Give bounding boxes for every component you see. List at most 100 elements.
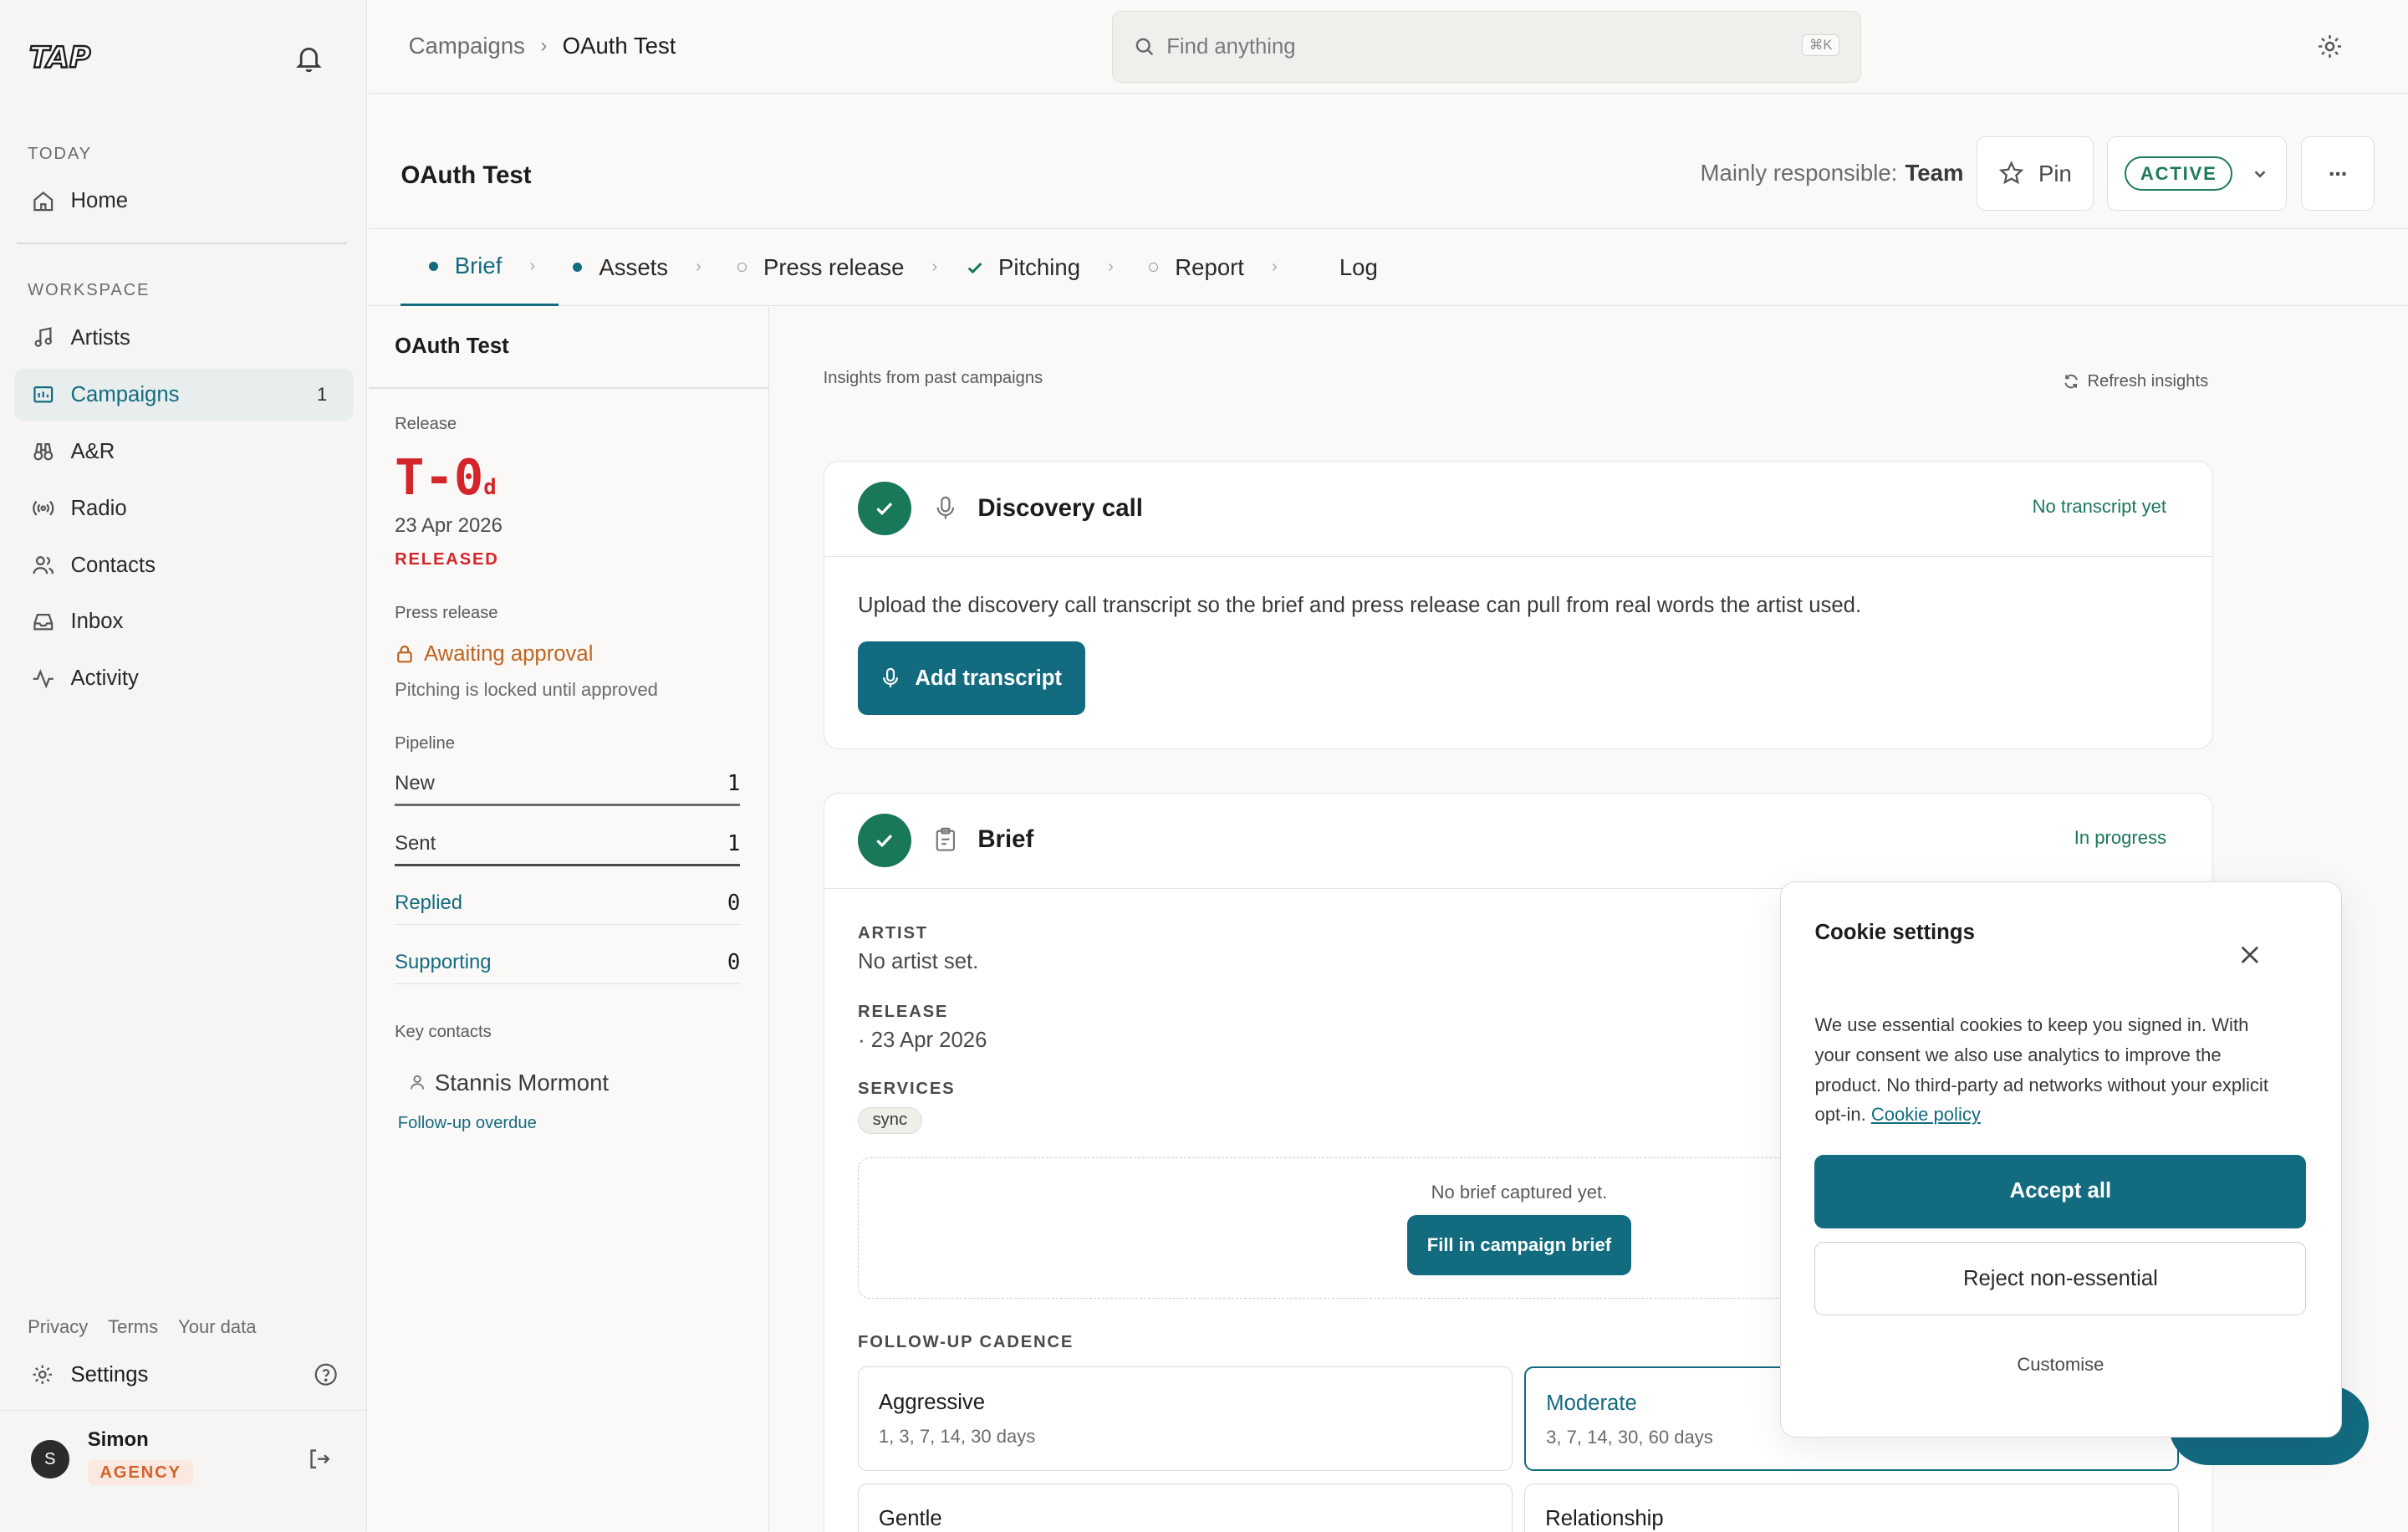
- checkmark-icon: [858, 813, 912, 868]
- release-label: RELEASE: [858, 1002, 949, 1021]
- sidebar-divider: [17, 243, 348, 245]
- pin-button[interactable]: Pin: [1977, 136, 2094, 211]
- sidebar-item-label: Artists: [70, 325, 130, 350]
- sidebar-item-campaigns[interactable]: Campaigns 1: [13, 368, 354, 421]
- more-options-button[interactable]: ···: [2300, 136, 2375, 211]
- terms-link[interactable]: Terms: [108, 1316, 158, 1338]
- pipeline-row-label: Sent: [395, 831, 436, 855]
- sidebar-item-label: Radio: [70, 496, 127, 520]
- pipeline-row-sent[interactable]: Sent 1: [395, 824, 741, 867]
- countdown-unit: d: [483, 475, 497, 501]
- tab-separator-icon: ›: [529, 256, 536, 275]
- refresh-insights-button[interactable]: Refresh insights: [2063, 372, 2208, 391]
- press-release-status[interactable]: Awaiting approval: [395, 642, 593, 666]
- your-data-link[interactable]: Your data: [178, 1316, 257, 1338]
- sidebar-item-settings[interactable]: Settings: [14, 1349, 354, 1401]
- sidebar-item-radio[interactable]: Radio: [14, 483, 354, 534]
- notifications-bell-icon[interactable]: [293, 43, 324, 74]
- cookie-policy-link[interactable]: Cookie policy: [1871, 1104, 1981, 1125]
- search-icon: [1135, 37, 1155, 57]
- artist-label: ARTIST: [858, 924, 928, 943]
- key-contact[interactable]: Stannis Mormont: [409, 1070, 609, 1096]
- cadence-option-gentle[interactable]: Gentle: [858, 1483, 1513, 1532]
- privacy-link[interactable]: Privacy: [28, 1316, 88, 1338]
- tab-pitching[interactable]: Pitching ›: [966, 229, 1114, 306]
- contact-name: Stannis Mormont: [434, 1069, 610, 1095]
- microphone-icon: [881, 667, 900, 689]
- cadence-name: Aggressive: [878, 1390, 986, 1414]
- campaigns-count-badge: 1: [317, 384, 328, 406]
- help-icon[interactable]: [314, 1362, 338, 1386]
- music-note-icon: [31, 325, 55, 350]
- cadence-option-aggressive[interactable]: Aggressive 1, 3, 7, 14, 30 days: [858, 1366, 1513, 1471]
- sidebar: TAP TODAY Home WORKSPACE Artists Campaig…: [0, 0, 368, 1532]
- tab-separator-icon: ›: [1272, 258, 1278, 277]
- sidebar-item-label: Inbox: [70, 610, 124, 634]
- cadence-option-relationship[interactable]: Relationship: [1524, 1483, 2179, 1532]
- tab-brief[interactable]: Brief ›: [400, 229, 559, 306]
- home-icon: [31, 189, 55, 213]
- users-icon: [31, 553, 55, 577]
- add-transcript-button[interactable]: Add transcript: [858, 641, 1085, 716]
- more-dots-icon: ···: [2328, 160, 2349, 186]
- logout-icon[interactable]: [307, 1447, 331, 1471]
- fill-brief-button[interactable]: Fill in campaign brief: [1406, 1215, 1632, 1275]
- breadcrumb-separator-icon: ›: [540, 33, 548, 57]
- person-icon: [409, 1074, 426, 1090]
- sidebar-item-label: A&R: [70, 439, 115, 463]
- sidebar-item-home[interactable]: Home: [14, 175, 354, 227]
- app-logo[interactable]: TAP: [28, 37, 95, 77]
- pitching-lock-note: Pitching is locked until approved: [395, 678, 658, 700]
- checkmark-icon: [966, 258, 984, 277]
- avatar: S: [30, 1440, 69, 1479]
- services-label: SERVICES: [858, 1079, 956, 1098]
- reject-non-essential-button[interactable]: Reject non-essential: [1814, 1242, 2307, 1316]
- tab-report[interactable]: Report ›: [1149, 229, 1278, 306]
- pin-label: Pin: [2038, 160, 2072, 186]
- pipeline-row-new[interactable]: New 1: [395, 763, 741, 807]
- activity-icon: [31, 666, 55, 691]
- responsible-value[interactable]: Team: [1905, 160, 1964, 186]
- page-title: OAuth Test: [400, 161, 532, 189]
- customise-button[interactable]: Customise: [1814, 1354, 2306, 1376]
- artist-value: No artist set.: [858, 950, 979, 974]
- accept-all-button[interactable]: Accept all: [1814, 1154, 2307, 1228]
- clipboard-icon: [935, 827, 957, 851]
- card-title: Discovery call: [977, 493, 1143, 522]
- card-header: Brief In progress: [824, 794, 2213, 889]
- radio-icon: [31, 496, 55, 520]
- search-input[interactable]: Find anything ⌘K: [1111, 10, 1862, 84]
- top-bar: Campaigns › OAuth Test Find anything ⌘K: [368, 0, 2408, 94]
- sidebar-item-label: Contacts: [70, 553, 156, 577]
- tab-log[interactable]: Log: [1339, 229, 1378, 306]
- tab-empty-dot-icon: [1149, 263, 1159, 273]
- tab-empty-dot-icon: [737, 263, 747, 273]
- tab-assets[interactable]: Assets ›: [573, 229, 701, 306]
- chevron-down-icon: [2251, 165, 2269, 183]
- pipeline-row-replied[interactable]: Replied 0: [395, 881, 741, 925]
- microphone-icon: [935, 496, 957, 520]
- card-title: Brief: [977, 825, 1034, 854]
- sidebar-item-label: Campaigns: [70, 382, 180, 406]
- refresh-insights-label: Refresh insights: [2087, 371, 2209, 391]
- card-header: Discovery call No transcript yet: [824, 462, 2213, 557]
- tab-label: Log: [1339, 253, 1378, 280]
- cadence-name: Gentle: [878, 1507, 942, 1531]
- pipeline-row-value: 0: [727, 950, 741, 976]
- status-dropdown[interactable]: ACTIVE: [2107, 136, 2288, 211]
- pipeline-row-supporting[interactable]: Supporting 0: [395, 942, 741, 985]
- follow-up-overdue-link[interactable]: Follow-up overdue: [398, 1114, 537, 1133]
- card-status: No transcript yet: [2032, 495, 2166, 517]
- settings-gear-icon[interactable]: [2316, 33, 2344, 60]
- sidebar-item-inbox[interactable]: Inbox: [14, 596, 354, 648]
- tab-dot-icon: [428, 261, 438, 271]
- sidebar-item-artists[interactable]: Artists: [14, 312, 354, 364]
- close-icon[interactable]: [2239, 944, 2261, 966]
- sidebar-item-activity[interactable]: Activity: [14, 653, 354, 705]
- breadcrumb-campaigns[interactable]: Campaigns: [409, 33, 525, 59]
- tab-press-release[interactable]: Press release ›: [737, 229, 937, 306]
- sidebar-item-ar[interactable]: A&R: [14, 426, 354, 477]
- responsible-text: Mainly responsible: Team: [1701, 160, 1964, 186]
- user-profile[interactable]: S Simon AGENCY: [0, 1410, 368, 1505]
- sidebar-item-contacts[interactable]: Contacts: [14, 539, 354, 591]
